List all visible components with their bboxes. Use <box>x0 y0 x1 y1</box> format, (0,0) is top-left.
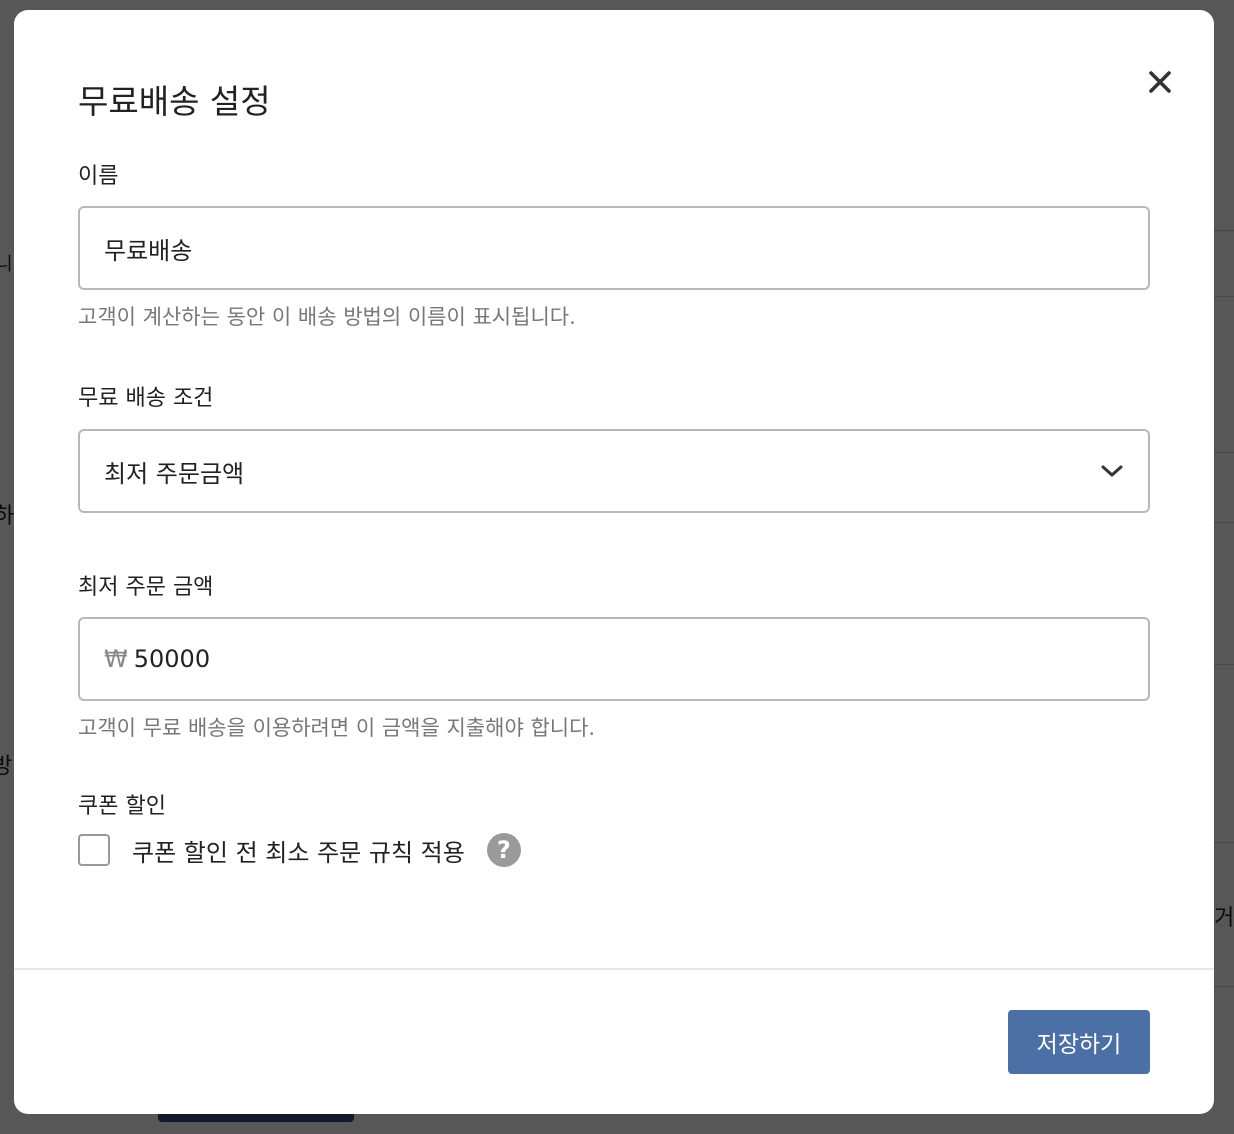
min-amount-label: 최저 주문 금액 <box>78 575 214 600</box>
min-amount-help-text: 고객이 무료 배송을 이용하려면 이 금액을 지출해야 합니다. <box>78 716 596 740</box>
close-button[interactable] <box>1142 64 1178 100</box>
coupon-checkbox[interactable] <box>78 834 110 866</box>
coupon-checkbox-label[interactable]: 쿠폰 할인 전 최소 주문 규칙 적용 <box>132 833 465 868</box>
min-amount-value: 50000 <box>133 645 211 673</box>
min-amount-input[interactable]: ₩ 50000 <box>78 617 1150 701</box>
dialog-title: 무료배송 설정 <box>78 82 271 121</box>
chevron-down-icon <box>1101 465 1123 477</box>
name-help-text: 고객이 계산하는 동안 이 배송 방법의 이름이 표시됩니다. <box>78 305 576 329</box>
save-button[interactable]: 저장하기 <box>1008 1010 1150 1074</box>
currency-symbol: ₩ <box>104 645 128 673</box>
close-icon <box>1149 71 1171 93</box>
free-shipping-settings-dialog: 무료배송 설정 이름 무료배송 고객이 계산하는 동안 이 배송 방법의 이름이… <box>14 10 1214 1114</box>
condition-selected-value: 최저 주문금액 <box>104 459 245 488</box>
name-input-value: 무료배송 <box>104 236 193 265</box>
name-input[interactable]: 무료배송 <box>78 206 1150 290</box>
coupon-label: 쿠폰 할인 <box>78 794 166 819</box>
help-icon[interactable]: ? <box>486 833 521 867</box>
footer-divider <box>14 968 1214 970</box>
name-label: 이름 <box>78 164 119 189</box>
coupon-checkbox-row: 쿠폰 할인 전 최소 주문 규칙 적용 ? <box>78 830 521 870</box>
condition-label: 무료 배송 조건 <box>78 386 214 411</box>
condition-select[interactable]: 최저 주문금액 <box>78 429 1150 513</box>
